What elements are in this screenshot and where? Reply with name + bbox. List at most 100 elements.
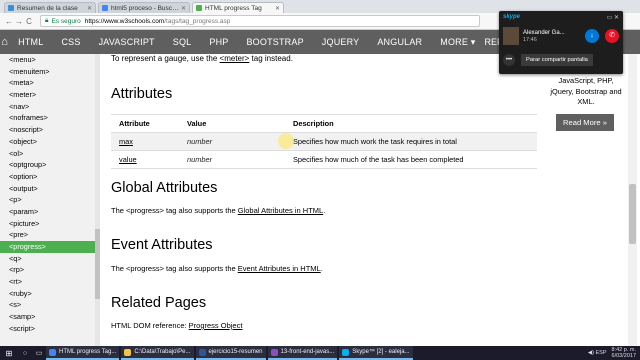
topnav-item[interactable]: ANGULAR <box>368 37 431 47</box>
mute-icon[interactable]: ↓ <box>585 29 599 43</box>
sidebar-item[interactable]: <object> <box>0 136 100 148</box>
sidebar-item[interactable]: <menu> <box>0 54 100 66</box>
clock[interactable]: 8:42 p. m. 6/03/2017 <box>612 347 636 359</box>
close-tab-icon[interactable]: ✕ <box>181 5 186 12</box>
sidebar-item[interactable]: <picture> <box>0 218 100 230</box>
progress-object-link[interactable]: Progress Object <box>189 321 243 330</box>
home-icon[interactable]: ⌂ <box>0 36 9 48</box>
sidebar-item[interactable]: <samp> <box>0 311 100 323</box>
close-tab-icon[interactable]: ✕ <box>275 5 280 12</box>
promo-line: JavaScript, PHP, <box>558 76 614 85</box>
browser-tab[interactable]: HTML progress Tag ✕ <box>192 2 284 13</box>
page-scroll-thumb[interactable] <box>629 184 636 244</box>
sidebar-item[interactable]: <ol> <box>0 148 100 160</box>
language-indicator[interactable]: ESP <box>596 350 607 356</box>
sidebar-item[interactable]: <p> <box>0 194 100 206</box>
topnav-item[interactable]: HTML <box>9 37 52 47</box>
url-host: https://www.w3schools.com <box>84 17 165 25</box>
sidebar-scrollbar[interactable] <box>95 54 100 346</box>
sidebar-item[interactable]: <rt> <box>0 276 100 288</box>
sidebar-item[interactable]: <q> <box>0 253 100 265</box>
sidebar: <menu> <menuitem> <meta> <meter> <nav> <nofra… <box>0 54 100 346</box>
related-pages-heading: Related Pages <box>111 295 207 311</box>
page-scrollbar[interactable] <box>628 54 637 346</box>
topnav-item[interactable]: MORE ▾ <box>431 37 484 48</box>
browser-tab[interactable]: html5 proceso - Buscar c ✕ <box>98 2 190 13</box>
sidebar-item[interactable]: <nav> <box>0 101 100 113</box>
sidebar-item[interactable]: <option> <box>0 171 100 183</box>
topnav-item[interactable]: SQL <box>164 37 201 47</box>
taskbar-app[interactable]: C:\Data\Trabajo\Pe... <box>121 346 194 360</box>
favicon-icon <box>196 5 202 11</box>
favicon-icon <box>8 5 14 11</box>
taskbar-app[interactable]: HTML progress Tag... <box>46 346 120 360</box>
topnav-item[interactable]: PHP <box>200 37 237 47</box>
browser-tab[interactable]: Resumen de la clase ✕ <box>4 2 96 13</box>
gauge-note-text: To represent a gauge, use the <box>111 54 220 63</box>
topnav-item[interactable]: JAVASCRIPT <box>90 37 164 47</box>
table-cell-description: Specifies how much work the task require… <box>285 132 537 151</box>
table-cell-value: number <box>179 150 285 169</box>
col-description: Description <box>285 114 537 133</box>
sidebar-item[interactable]: <param> <box>0 206 100 218</box>
attributes-table: Attribute Value Description max number S… <box>111 114 537 169</box>
table-row: max number Specifies how much work the t… <box>111 132 537 151</box>
app-icon <box>124 348 132 356</box>
taskbar-app-label: C:\Data\Trabajo\Pe... <box>134 349 191 355</box>
hang-up-icon[interactable]: ✆ <box>605 29 619 43</box>
meter-link[interactable]: <meter> <box>220 54 250 63</box>
sidebar-item[interactable]: <progress> <box>0 241 100 253</box>
back-button[interactable]: ← <box>4 17 14 26</box>
more-options-icon[interactable]: ••• <box>503 54 515 66</box>
sidebar-item[interactable]: <noframes> <box>0 112 100 124</box>
sidebar-item[interactable]: <meta> <box>0 77 100 89</box>
attr-max-link[interactable]: max <box>111 132 179 151</box>
related-pages-text: HTML DOM reference: Progress Object <box>111 321 242 330</box>
attr-value-link[interactable]: value <box>111 150 179 169</box>
windows-taskbar: ⊞ ○ ▭ HTML progress Tag... C:\Data\Trabaj… <box>0 346 640 360</box>
forward-button[interactable]: → <box>14 17 24 26</box>
global-attributes-link[interactable]: Global Attributes in HTML <box>238 206 323 215</box>
windows-start-icon[interactable]: ⊞ <box>0 349 18 358</box>
taskbar-app-label: ejercicio15-resumen <box>208 349 263 355</box>
skype-call-popup: skype ▭ ✕ Alexander Ga... 17:46 ↓ ✆ ••• … <box>499 11 623 74</box>
clock-date: 6/03/2017 <box>611 353 636 359</box>
taskbar-app[interactable]: Skype™ [2] - ealeja... <box>339 346 413 360</box>
app-icon <box>198 348 206 356</box>
system-tray: ◀) ESP 8:42 p. m. 6/03/2017 <box>588 347 640 359</box>
sidebar-item[interactable]: <script> <box>0 323 100 335</box>
sidebar-item[interactable]: <menuitem> <box>0 66 100 78</box>
sidebar-item[interactable]: <s> <box>0 299 100 311</box>
sidebar-item[interactable]: <meter> <box>0 89 100 101</box>
volume-icon[interactable]: ◀) <box>588 350 594 356</box>
global-text-end: . <box>323 206 326 215</box>
url-field[interactable]: 🔒︎ Es seguro https://www.w3schools.com/t… <box>40 15 480 27</box>
taskbar-app[interactable]: ejercicio15-resumen <box>195 346 266 360</box>
topnav-item[interactable]: CSS <box>52 37 89 47</box>
url-path: /tags/tag_progress.asp <box>164 17 231 25</box>
sidebar-scroll-thumb[interactable] <box>95 229 100 299</box>
search-icon[interactable]: ○ <box>18 350 32 357</box>
sidebar-item[interactable]: <noscript> <box>0 124 100 136</box>
sidebar-item[interactable]: <optgroup> <box>0 159 100 171</box>
promo-line: XML. <box>577 97 595 106</box>
global-attributes-text: The <progress> tag also supports the Glo… <box>111 206 325 215</box>
read-more-button[interactable]: Read More » <box>556 114 614 131</box>
col-value: Value <box>179 114 285 133</box>
promo-line: jQuery, Bootstrap and <box>550 86 622 96</box>
avatar <box>503 27 519 45</box>
sidebar-item[interactable]: <pre> <box>0 229 100 241</box>
sidebar-item[interactable]: <ruby> <box>0 288 100 300</box>
taskbar-app-label: Skype™ [2] - ealeja... <box>352 349 410 355</box>
topnav-item[interactable]: BOOTSTRAP <box>237 37 312 47</box>
stop-sharing-button[interactable]: Parar compartir pantalla <box>521 54 593 66</box>
topnav-item[interactable]: JQUERY <box>313 37 369 47</box>
sidebar-item[interactable]: <output> <box>0 183 100 195</box>
taskbar-app[interactable]: 13-front-end-javas... <box>267 346 338 360</box>
window-controls[interactable]: ▭ ✕ <box>607 14 619 21</box>
sidebar-item[interactable]: <rp> <box>0 264 100 276</box>
close-tab-icon[interactable]: ✕ <box>87 5 92 12</box>
reload-button[interactable]: C <box>24 17 34 26</box>
task-view-icon[interactable]: ▭ <box>32 349 46 357</box>
event-attributes-link[interactable]: Event Attributes in HTML <box>238 264 321 273</box>
